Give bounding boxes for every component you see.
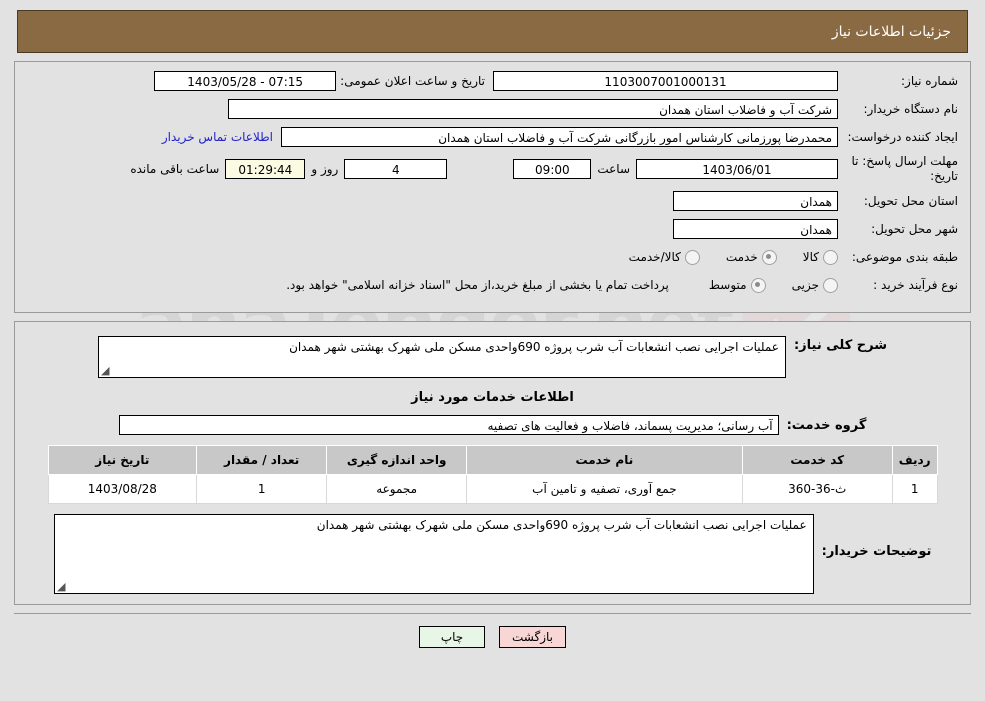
purchase-process-label: نوع فرآیند خرید : (873, 277, 958, 292)
services-panel: شرح کلی نیاز: عملیات اجرایی نصب انشعابات… (14, 321, 971, 605)
col-header-unit: واحد اندازه گیری (326, 445, 468, 475)
remaining-days-value: 4 (344, 159, 448, 179)
service-group-label: گروه خدمت: (786, 417, 867, 433)
purchase-process-note: پرداخت تمام یا بخشی از مبلغ خرید،از محل … (286, 278, 669, 292)
delivery-city-value: همدان (673, 219, 838, 239)
radio-icon-kala-khedmat[interactable] (684, 249, 700, 265)
col-header-code: کد خدمت (741, 445, 893, 475)
deadline-time-label: ساعت (597, 162, 630, 176)
row-purchase-process: نوع فرآیند خرید : جزیی متوسط پرداخت تمام… (27, 274, 958, 296)
remaining-hours-label: ساعت باقی مانده (130, 162, 220, 176)
buyer-contact-link[interactable]: اطلاعات تماس خریدار (154, 130, 281, 144)
services-section-title: اطلاعات خدمات مورد نیاز (411, 390, 574, 405)
radio-icon-kala[interactable] (823, 249, 838, 265)
row-requester: ایجاد کننده درخواست: محمدرضا پورزمانی کا… (27, 126, 958, 148)
general-description-textarea[interactable]: عملیات اجرایی نصب انشعابات آب شرب پروژه … (97, 336, 786, 378)
print-button[interactable]: چاپ (419, 626, 485, 648)
row-category: طبقه بندی موضوعی: کالا خدمت کالا/خدمت (27, 246, 958, 268)
category-option-kala[interactable]: کالا (777, 249, 838, 265)
buyer-notes-value: عملیات اجرایی نصب انشعابات آب شرب پروژه … (316, 518, 807, 532)
back-button[interactable]: بازگشت (499, 626, 566, 648)
radio-icon-khedmat[interactable] (761, 249, 777, 265)
remaining-days-label: روز و (311, 162, 339, 176)
service-group-value: آب رسانی؛ مدیریت پسماند، فاضلاب و فعالیت… (118, 415, 779, 435)
page-header: جزئیات اطلاعات نیاز (17, 10, 968, 53)
services-table: ردیف کد خدمت نام خدمت واحد اندازه گیری ت… (47, 445, 938, 504)
cell-radif: 1 (891, 474, 938, 504)
requester-value: محمدرضا پورزمانی کارشناس امور بازرگانی ش… (281, 127, 838, 147)
cell-name: جمع آوری، تصفیه و تامین آب (466, 474, 743, 504)
col-header-qty: تعداد / مقدار (196, 445, 328, 475)
deadline-date-value: 1403/06/01 (636, 159, 838, 179)
row-need-number: شماره نیاز: 1103007001000131 تاریخ و ساع… (27, 70, 958, 92)
general-description-label: شرح کلی نیاز: (793, 338, 888, 353)
category-option-khedmat[interactable]: خدمت (700, 249, 777, 265)
category-option-kala-khedmat[interactable]: کالا/خدمت (603, 249, 700, 265)
delivery-province-value: همدان (673, 191, 838, 211)
radio-icon-jozii[interactable] (823, 277, 838, 293)
cell-code: ث-36-360 (741, 474, 893, 504)
need-info-panel: شماره نیاز: 1103007001000131 تاریخ و ساع… (14, 61, 971, 313)
need-number-label: شماره نیاز: (901, 73, 958, 88)
deadline-label: مهلت ارسال پاسخ: تا تاریخ: (851, 154, 958, 183)
footer-actions: بازگشت چاپ (14, 613, 971, 648)
purchase-option-jozii-label: جزیی (791, 278, 819, 292)
cell-qty: 1 (196, 474, 328, 504)
buyer-org-label: نام دستگاه خریدار: (863, 101, 959, 116)
col-header-radif: ردیف (891, 445, 938, 475)
table-header-row: ردیف کد خدمت نام خدمت واحد اندازه گیری ت… (47, 445, 938, 475)
buyer-notes-textarea[interactable]: عملیات اجرایی نصب انشعابات آب شرب پروژه … (53, 514, 814, 594)
page-title: جزئیات اطلاعات نیاز (831, 23, 951, 40)
category-option-khedmat-label: خدمت (725, 250, 758, 264)
col-header-date: تاریخ نیاز (47, 445, 198, 475)
cell-unit: مجموعه (326, 474, 468, 504)
row-service-group: گروه خدمت: آب رسانی؛ مدیریت پسماند، فاضل… (27, 415, 958, 435)
row-deadline: مهلت ارسال پاسخ: تا تاریخ: 1403/06/01 سا… (27, 154, 958, 184)
need-number-value: 1103007001000131 (493, 71, 838, 91)
cell-date: 1403/08/28 (47, 474, 198, 504)
remaining-countdown-value: 01:29:44 (225, 159, 306, 179)
row-general-description: شرح کلی نیاز: عملیات اجرایی نصب انشعابات… (27, 336, 958, 378)
deadline-time-value: 09:00 (513, 159, 592, 179)
requester-label: ایجاد کننده درخواست: (847, 129, 958, 144)
radio-icon-motevaset[interactable] (750, 277, 766, 293)
row-delivery-province: استان محل تحویل: همدان (27, 190, 958, 212)
announce-value: 07:15 - 1403/05/28 (154, 71, 337, 91)
purchase-option-jozii[interactable]: جزیی (766, 277, 838, 293)
buyer-org-value: شرکت آب و فاضلاب استان همدان (228, 99, 838, 119)
delivery-city-label: شهر محل تحویل: (871, 221, 958, 236)
delivery-province-label: استان محل تحویل: (863, 193, 958, 208)
buyer-notes-label: توضیحات خریدار: (821, 544, 932, 559)
category-option-kala-khedmat-label: کالا/خدمت (628, 250, 681, 264)
row-buyer-notes: توضیحات خریدار: عملیات اجرایی نصب انشعاب… (27, 514, 958, 594)
col-header-name: نام خدمت (466, 445, 743, 475)
row-buyer-org: نام دستگاه خریدار: شرکت آب و فاضلاب استا… (27, 98, 958, 120)
announce-label: تاریخ و ساعت اعلان عمومی: (340, 74, 485, 88)
row-delivery-city: شهر محل تحویل: همدان (27, 218, 958, 240)
table-row: 1 ث-36-360 جمع آوری، تصفیه و تامین آب مج… (47, 474, 938, 504)
purchase-option-motevaset-label: متوسط (708, 278, 747, 292)
category-option-kala-label: کالا (802, 250, 819, 264)
general-description-value: عملیات اجرایی نصب انشعابات آب شرب پروژه … (289, 340, 779, 354)
resize-grip-icon[interactable]: ◣ (57, 580, 67, 593)
resize-grip-icon[interactable]: ◣ (101, 364, 111, 377)
category-label: طبقه بندی موضوعی: (851, 249, 958, 264)
purchase-option-motevaset[interactable]: متوسط (683, 277, 766, 293)
